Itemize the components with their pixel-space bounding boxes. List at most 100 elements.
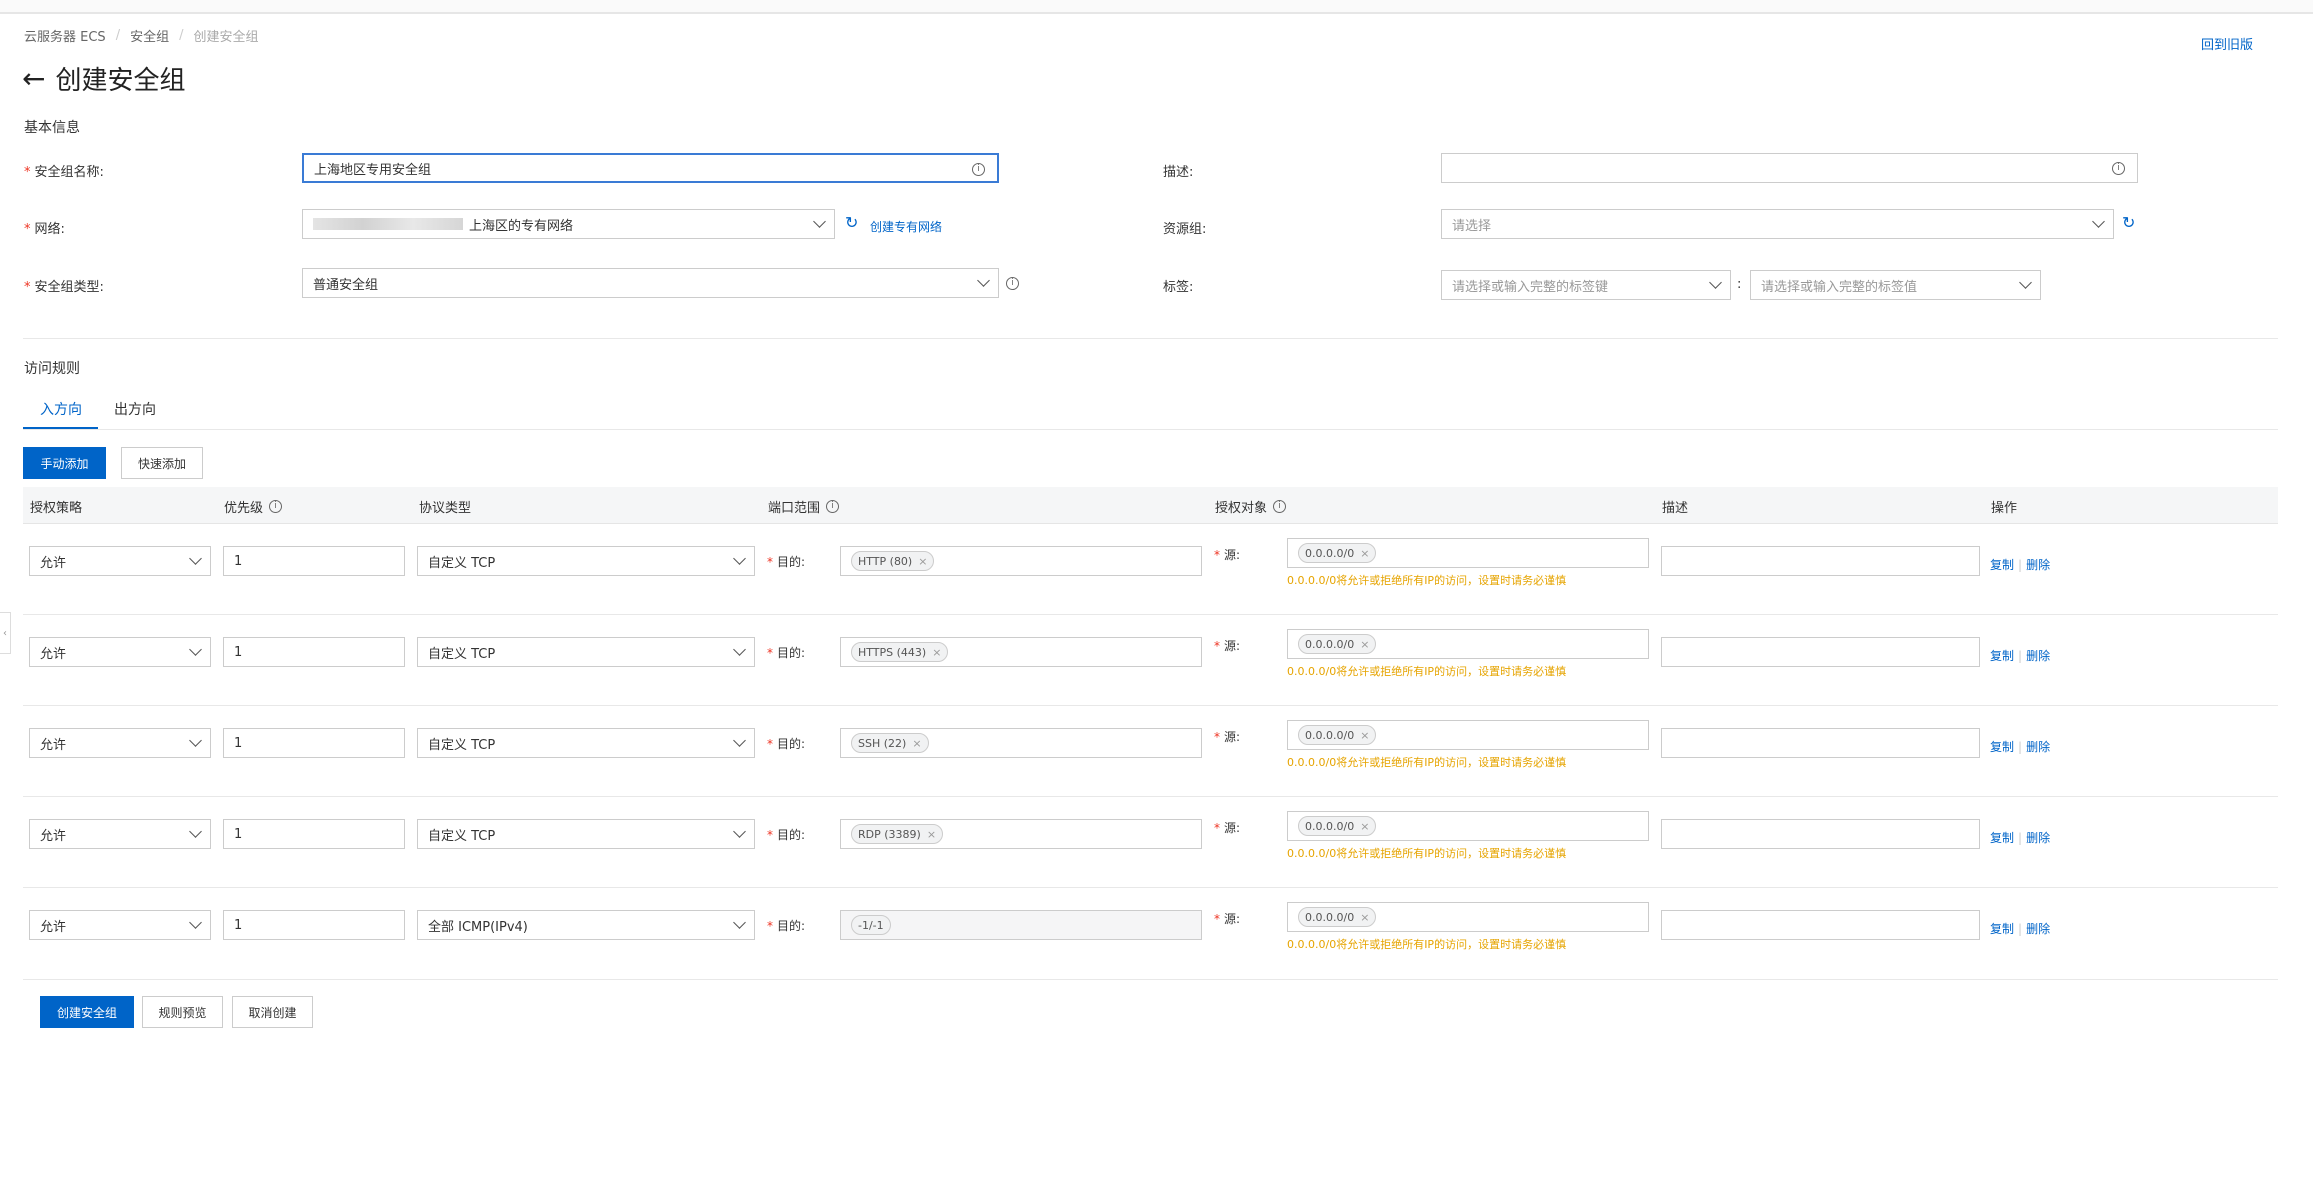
table-bottom-divider [23, 979, 2278, 980]
security-group-type-select[interactable]: 普通安全组 [302, 268, 999, 298]
type-label: * 安全组类型: [24, 280, 104, 295]
copy-rule-link[interactable]: 复制 [1990, 558, 2014, 572]
cancel-create-button[interactable]: 取消创建 [232, 996, 313, 1028]
remove-tag-icon[interactable]: × [1360, 547, 1369, 560]
protocol-select[interactable]: 全部 ICMP(IPv4) [417, 910, 755, 940]
source-tag: 0.0.0.0/0 × [1298, 543, 1377, 563]
resource-group-label: 资源组: [1163, 222, 1207, 237]
breadcrumb-current: 创建安全组 [193, 30, 259, 45]
protocol-select[interactable]: 自定义 TCP [417, 546, 755, 576]
collapse-left-icon[interactable]: ‹ [0, 612, 11, 654]
delete-rule-link[interactable]: 删除 [2026, 558, 2050, 572]
priority-input[interactable]: 1 [223, 910, 405, 940]
breadcrumb-ecs[interactable]: 云服务器 ECS [24, 26, 106, 45]
chevron-down-icon [1709, 276, 1722, 289]
port-range-input[interactable]: -1/-1 [840, 910, 1202, 940]
info-icon: i [2112, 162, 2125, 175]
tag-key-select[interactable]: 请选择或输入完整的标签键 [1441, 270, 1731, 300]
manual-add-button[interactable]: 手动添加 [23, 447, 106, 479]
rule-description-input[interactable] [1661, 728, 1980, 758]
source-warning: 0.0.0.0/0将允许或拒绝所有IP的访问，设置时请务必谨慎 [1287, 665, 1567, 678]
copy-rule-link[interactable]: 复制 [1990, 740, 2014, 754]
quick-add-button[interactable]: 快速添加 [121, 447, 203, 479]
source-input[interactable]: 0.0.0.0/0 × [1287, 629, 1649, 659]
tabs-divider [23, 429, 2278, 430]
create-security-group-button[interactable]: 创建安全组 [40, 996, 134, 1028]
dest-label: * 目的: [767, 646, 806, 660]
tab-outbound[interactable]: 出方向 [114, 399, 156, 419]
policy-select[interactable]: 允许 [29, 637, 211, 667]
remove-tag-icon[interactable]: × [912, 737, 921, 750]
chevron-down-icon [189, 552, 202, 565]
remove-tag-icon[interactable]: × [927, 828, 936, 841]
remove-tag-icon[interactable]: × [1360, 911, 1369, 924]
tag-colon: : [1737, 277, 1742, 292]
delete-rule-link[interactable]: 删除 [2026, 922, 2050, 936]
port-range-input[interactable]: RDP (3389) × [840, 819, 1202, 849]
delete-rule-link[interactable]: 删除 [2026, 831, 2050, 845]
priority-input[interactable]: 1 [223, 728, 405, 758]
remove-tag-icon[interactable]: × [1360, 729, 1369, 742]
access-rules-title: 访问规则 [24, 361, 80, 377]
back-to-old-version-link[interactable]: 回到旧版 [2201, 34, 2253, 53]
create-vpc-link[interactable]: 创建专有网络 [870, 218, 942, 235]
port-range-input[interactable]: HTTPS (443) × [840, 637, 1202, 667]
dest-label: * 目的: [767, 555, 806, 569]
refresh-icon[interactable]: ↻ [845, 213, 858, 232]
source-input[interactable]: 0.0.0.0/0 × [1287, 538, 1649, 568]
source-input[interactable]: 0.0.0.0/0 × [1287, 811, 1649, 841]
src-label: * 源: [1214, 821, 1241, 835]
chevron-down-icon [813, 215, 826, 228]
priority-input[interactable]: 1 [223, 819, 405, 849]
port-range-input[interactable]: SSH (22) × [840, 728, 1202, 758]
source-tag: 0.0.0.0/0 × [1298, 907, 1377, 927]
info-icon: i [826, 500, 840, 513]
info-icon: i [1006, 277, 1019, 290]
remove-tag-icon[interactable]: × [1360, 638, 1369, 651]
copy-rule-link[interactable]: 复制 [1990, 922, 2014, 936]
rule-description-input[interactable] [1661, 819, 1980, 849]
protocol-select[interactable]: 自定义 TCP [417, 637, 755, 667]
policy-select[interactable]: 允许 [29, 546, 211, 576]
policy-select[interactable]: 允许 [29, 728, 211, 758]
priority-input[interactable]: 1 [223, 546, 405, 576]
policy-select[interactable]: 允许 [29, 819, 211, 849]
priority-input[interactable]: 1 [223, 637, 405, 667]
tag-value-select[interactable]: 请选择或输入完整的标签值 [1750, 270, 2041, 300]
copy-rule-link[interactable]: 复制 [1990, 831, 2014, 845]
copy-rule-link[interactable]: 复制 [1990, 649, 2014, 663]
rule-preview-button[interactable]: 规则预览 [142, 996, 223, 1028]
security-group-name-input[interactable]: 上海地区专用安全组 i [302, 153, 999, 183]
port-range-input[interactable]: HTTP (80) × [840, 546, 1202, 576]
network-select[interactable]: 上海区的专有网络 [302, 209, 835, 239]
rule-description-input[interactable] [1661, 546, 1980, 576]
port-tag: SSH (22) × [851, 733, 929, 753]
row-separator [23, 614, 2278, 615]
rule-description-input[interactable] [1661, 637, 1980, 667]
rule-description-input[interactable] [1661, 910, 1980, 940]
source-input[interactable]: 0.0.0.0/0 × [1287, 720, 1649, 750]
back-arrow-icon[interactable]: ← [22, 62, 45, 95]
tag-label: 标签: [1163, 280, 1194, 295]
policy-select[interactable]: 允许 [29, 910, 211, 940]
protocol-select[interactable]: 自定义 TCP [417, 819, 755, 849]
info-icon: i [269, 500, 283, 513]
protocol-select[interactable]: 自定义 TCP [417, 728, 755, 758]
port-tag: RDP (3389) × [851, 824, 944, 844]
description-input[interactable]: i [1441, 153, 2138, 183]
source-input[interactable]: 0.0.0.0/0 × [1287, 902, 1649, 932]
blurred-network-id [313, 218, 463, 230]
dest-label: * 目的: [767, 919, 806, 933]
delete-rule-link[interactable]: 删除 [2026, 740, 2050, 754]
remove-tag-icon[interactable]: × [1360, 820, 1369, 833]
chevron-down-icon [733, 643, 746, 656]
remove-tag-icon[interactable]: × [932, 646, 941, 659]
header-policy: 授权策略 [30, 501, 83, 516]
refresh-icon[interactable]: ↻ [2122, 213, 2135, 232]
delete-rule-link[interactable]: 删除 [2026, 649, 2050, 663]
resource-group-select[interactable]: 请选择 [1441, 209, 2114, 239]
remove-tag-icon[interactable]: × [918, 555, 927, 568]
breadcrumb-security-group[interactable]: 安全组 [130, 26, 169, 45]
basic-info-title: 基本信息 [24, 120, 80, 136]
tab-inbound[interactable]: 入方向 [40, 399, 82, 419]
